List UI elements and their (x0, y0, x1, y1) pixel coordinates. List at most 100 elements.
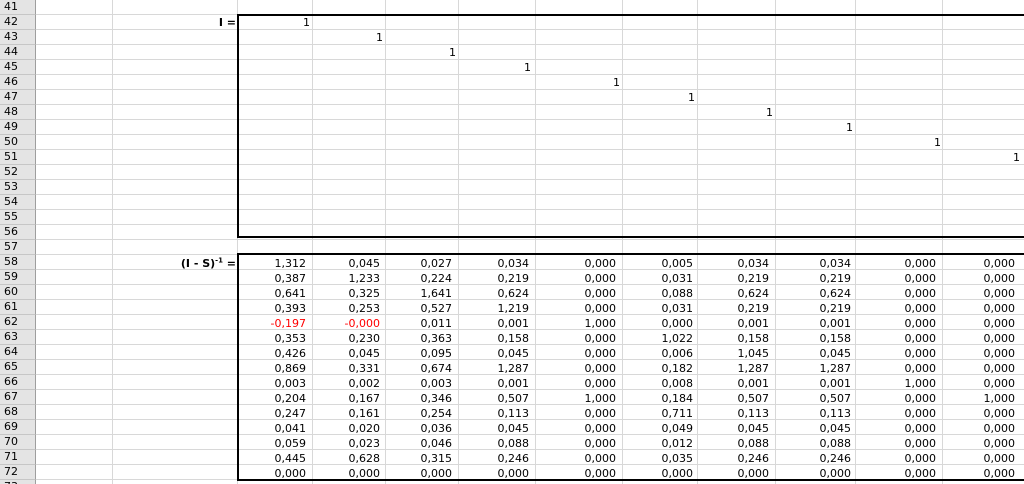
matrix-cell[interactable]: 1,000 (560, 316, 617, 331)
matrix-cell[interactable]: 0,002 (324, 376, 381, 391)
matrix-cell[interactable]: 0,027 (396, 256, 453, 271)
row-header[interactable]: 51 (0, 150, 36, 165)
matrix-cell[interactable]: 0,035 (637, 451, 694, 466)
matrix-cell[interactable]: 0,219 (713, 271, 770, 286)
matrix-cell[interactable]: 1,233 (324, 271, 381, 286)
row-header[interactable]: 61 (0, 300, 36, 315)
matrix-cell[interactable]: 1,641 (396, 286, 453, 301)
matrix-cell[interactable]: 0,353 (250, 331, 307, 346)
matrix-cell[interactable]: 0,507 (713, 391, 770, 406)
matrix-cell[interactable]: 0,000 (880, 361, 937, 376)
matrix-cell[interactable]: 0,001 (473, 316, 530, 331)
matrix-cell[interactable]: 0,246 (473, 451, 530, 466)
row-header[interactable]: 57 (0, 240, 36, 255)
matrix-cell[interactable]: -0,197 (250, 316, 306, 331)
matrix-cell[interactable]: 0,674 (396, 361, 453, 376)
matrix-cell[interactable]: 0,000 (560, 406, 617, 421)
matrix-cell[interactable]: 0,000 (473, 466, 530, 481)
row-header[interactable]: 64 (0, 345, 36, 360)
matrix-cell[interactable]: 0,219 (713, 301, 770, 316)
row-header[interactable]: 72 (0, 465, 36, 480)
matrix-cell[interactable]: 0,088 (473, 436, 530, 451)
matrix-cell[interactable]: 0,000 (560, 301, 617, 316)
row-header[interactable]: 56 (0, 225, 36, 240)
identity-cell[interactable]: 1 (813, 120, 853, 135)
row-header[interactable]: 71 (0, 450, 36, 465)
matrix-cell[interactable]: 0,000 (560, 271, 617, 286)
row-header[interactable]: 55 (0, 210, 36, 225)
matrix-cell[interactable]: 0,046 (396, 436, 453, 451)
matrix-cell[interactable]: 0,624 (795, 286, 852, 301)
matrix-cell[interactable]: 0,034 (795, 256, 852, 271)
identity-cell[interactable]: 1 (901, 135, 941, 150)
matrix-cell[interactable]: 0,363 (396, 331, 453, 346)
identity-cell[interactable]: 1 (416, 45, 456, 60)
matrix-cell[interactable]: 0,000 (560, 421, 617, 436)
matrix-cell[interactable]: 1,287 (713, 361, 770, 376)
matrix-cell[interactable]: 0,045 (795, 346, 852, 361)
inverse-label[interactable]: (I - S)-1 = (150, 256, 236, 271)
matrix-cell[interactable]: 0,005 (637, 256, 694, 271)
matrix-cell[interactable]: 0,000 (880, 466, 937, 481)
row-header[interactable]: 50 (0, 135, 36, 150)
matrix-cell[interactable]: 0,059 (250, 436, 307, 451)
matrix-cell[interactable]: 0,184 (637, 391, 694, 406)
matrix-cell[interactable]: 0,034 (713, 256, 770, 271)
matrix-cell[interactable]: 0,254 (396, 406, 453, 421)
matrix-cell[interactable]: 0,253 (324, 301, 381, 316)
matrix-cell[interactable]: 0,113 (795, 406, 852, 421)
matrix-cell[interactable]: 0,000 (880, 421, 937, 436)
matrix-cell[interactable]: 0,000 (880, 406, 937, 421)
matrix-cell[interactable]: 0,001 (795, 376, 852, 391)
matrix-cell[interactable]: 0,000 (959, 436, 1016, 451)
row-header[interactable]: 46 (0, 75, 36, 90)
matrix-cell[interactable]: 0,182 (637, 361, 694, 376)
matrix-cell[interactable]: 1,287 (473, 361, 530, 376)
matrix-cell[interactable]: 0,000 (880, 451, 937, 466)
matrix-cell[interactable]: -0,000 (324, 316, 380, 331)
matrix-cell[interactable]: 1,219 (473, 301, 530, 316)
row-header[interactable]: 66 (0, 375, 36, 390)
identity-cell[interactable]: 1 (580, 75, 620, 90)
matrix-cell[interactable]: 1,045 (713, 346, 770, 361)
identity-cell[interactable]: 1 (491, 60, 531, 75)
matrix-cell[interactable]: 0,247 (250, 406, 307, 421)
matrix-cell[interactable]: 0,000 (637, 316, 694, 331)
matrix-cell[interactable]: 0,036 (396, 421, 453, 436)
matrix-cell[interactable]: 0,000 (396, 466, 453, 481)
matrix-cell[interactable]: 0,000 (560, 436, 617, 451)
matrix-cell[interactable]: 0,507 (795, 391, 852, 406)
matrix-cell[interactable]: 0,167 (324, 391, 381, 406)
matrix-cell[interactable]: 0,445 (250, 451, 307, 466)
row-header[interactable]: 63 (0, 330, 36, 345)
matrix-cell[interactable]: 0,000 (560, 346, 617, 361)
matrix-cell[interactable]: 0,624 (713, 286, 770, 301)
matrix-cell[interactable]: 0,000 (959, 316, 1016, 331)
matrix-cell[interactable]: 0,000 (959, 451, 1016, 466)
identity-cell[interactable]: 1 (655, 90, 695, 105)
identity-cell[interactable]: 1 (270, 15, 310, 30)
matrix-cell[interactable]: 0,000 (880, 346, 937, 361)
matrix-cell[interactable]: 0,023 (324, 436, 381, 451)
identity-cell[interactable]: 1 (733, 105, 773, 120)
matrix-cell[interactable]: 0,158 (795, 331, 852, 346)
matrix-cell[interactable]: 0,393 (250, 301, 307, 316)
matrix-cell[interactable]: 0,045 (713, 421, 770, 436)
row-header[interactable]: 42 (0, 15, 36, 30)
matrix-cell[interactable]: 0,020 (324, 421, 381, 436)
row-header[interactable]: 68 (0, 405, 36, 420)
matrix-cell[interactable]: 0,000 (880, 301, 937, 316)
matrix-cell[interactable]: 0,000 (880, 331, 937, 346)
matrix-cell[interactable]: 0,315 (396, 451, 453, 466)
matrix-cell[interactable]: 0,246 (795, 451, 852, 466)
matrix-cell[interactable]: 0,045 (473, 421, 530, 436)
matrix-cell[interactable]: 0,000 (713, 466, 770, 481)
matrix-cell[interactable]: 0,001 (795, 316, 852, 331)
matrix-cell[interactable]: 0,527 (396, 301, 453, 316)
matrix-cell[interactable]: 0,088 (795, 436, 852, 451)
matrix-cell[interactable]: 1,000 (959, 391, 1016, 406)
matrix-cell[interactable]: 0,000 (560, 376, 617, 391)
matrix-cell[interactable]: 0,000 (324, 466, 381, 481)
matrix-cell[interactable]: 0,161 (324, 406, 381, 421)
matrix-cell[interactable]: 0,000 (560, 466, 617, 481)
